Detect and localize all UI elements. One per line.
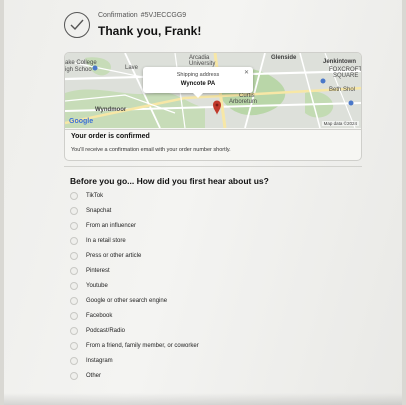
order-card: Arcadia University Glenside ake College … bbox=[64, 52, 362, 161]
option-influencer[interactable]: From an influencer bbox=[70, 219, 350, 233]
radio-button[interactable] bbox=[70, 222, 78, 230]
confirmation-value: #5VJECCGG9 bbox=[140, 12, 187, 19]
radio-button[interactable] bbox=[70, 297, 78, 305]
order-confirmed-text: You'll receive a confirmation email with… bbox=[71, 147, 231, 153]
option-retail-store[interactable]: In a retail store bbox=[70, 234, 350, 248]
option-snapchat[interactable]: Snapchat bbox=[70, 204, 350, 218]
map-label-square: SQUARE bbox=[333, 73, 359, 79]
option-label: Instagram bbox=[86, 358, 113, 364]
radio-button[interactable] bbox=[70, 342, 78, 350]
option-label: Press or other article bbox=[86, 253, 142, 259]
hear-about-us-survey: Before you go... How did you first hear … bbox=[64, 166, 362, 386]
radio-button[interactable] bbox=[70, 207, 78, 215]
option-label: Podcast/Radio bbox=[86, 328, 126, 334]
map-label-lave: Lave bbox=[125, 65, 139, 71]
option-label: TikTok bbox=[86, 193, 104, 199]
option-label: From a friend, family member, or coworke… bbox=[86, 343, 199, 349]
map-label-college: ake College bbox=[65, 60, 97, 66]
page-title: Thank you, Frank! bbox=[98, 24, 202, 38]
radio-button[interactable] bbox=[70, 312, 78, 320]
radio-button[interactable] bbox=[70, 192, 78, 200]
radio-button[interactable] bbox=[70, 282, 78, 290]
map-attribution: Map data ©2024 bbox=[321, 121, 359, 126]
map-label-jenkintown: Jenkintown bbox=[323, 59, 357, 65]
option-facebook[interactable]: Facebook bbox=[70, 309, 350, 323]
radio-button[interactable] bbox=[70, 327, 78, 335]
option-label: Snapchat bbox=[86, 208, 112, 214]
google-logo: Google bbox=[69, 118, 94, 125]
option-youtube[interactable]: Youtube bbox=[70, 279, 350, 293]
option-press[interactable]: Press or other article bbox=[70, 249, 350, 263]
popup-label: Shipping address bbox=[176, 72, 220, 78]
radio-button[interactable] bbox=[70, 372, 78, 380]
confirmation-header: Confirmation #5VJECCGG9 Thank you, Frank! bbox=[64, 8, 354, 42]
shipping-map[interactable]: Arcadia University Glenside ake College … bbox=[65, 53, 361, 128]
radio-button[interactable] bbox=[70, 357, 78, 365]
map-label-school: igh Schoo bbox=[65, 67, 92, 73]
option-label: In a retail store bbox=[86, 238, 126, 244]
radio-button[interactable] bbox=[70, 267, 78, 275]
page: Confirmation #5VJECCGG9 Thank you, Frank! bbox=[4, 0, 402, 405]
map-label-wyndmoor: Wyndmoor bbox=[95, 107, 127, 113]
option-label: Other bbox=[86, 373, 102, 379]
option-label: Pinterest bbox=[86, 268, 110, 274]
option-tiktok[interactable]: TikTok bbox=[70, 189, 350, 203]
map-label-glenside: Glenside bbox=[271, 55, 297, 61]
shipping-address-popup: ✕ Shipping address Wyncote PA bbox=[143, 67, 253, 98]
radio-button[interactable] bbox=[70, 237, 78, 245]
card-divider bbox=[65, 129, 361, 130]
check-circle-icon bbox=[64, 12, 90, 38]
option-label: Google or other search engine bbox=[86, 298, 168, 304]
option-pinterest[interactable]: Pinterest bbox=[70, 264, 350, 278]
option-friend-family[interactable]: From a friend, family member, or coworke… bbox=[70, 339, 350, 353]
option-search-engine[interactable]: Google or other search engine bbox=[70, 294, 350, 308]
order-confirmed-title: Your order is confirmed bbox=[71, 133, 150, 140]
option-other[interactable]: Other bbox=[70, 369, 350, 383]
map-label-arboretum: Arboretum bbox=[229, 99, 258, 105]
popup-value: Wyncote PA bbox=[180, 81, 216, 87]
option-label: Youtube bbox=[86, 283, 108, 289]
map-label-beth-sholom: Beth Shol bbox=[329, 87, 356, 93]
option-instagram[interactable]: Instagram bbox=[70, 354, 350, 368]
confirmation-label: Confirmation bbox=[98, 12, 138, 19]
option-label: Facebook bbox=[86, 313, 113, 319]
survey-title: Before you go... How did you first hear … bbox=[70, 176, 269, 186]
option-podcast-radio[interactable]: Podcast/Radio bbox=[70, 324, 350, 338]
confirmation-number: Confirmation #5VJECCGG9 bbox=[98, 12, 189, 19]
radio-button[interactable] bbox=[70, 252, 78, 260]
option-label: From an influencer bbox=[86, 223, 137, 229]
